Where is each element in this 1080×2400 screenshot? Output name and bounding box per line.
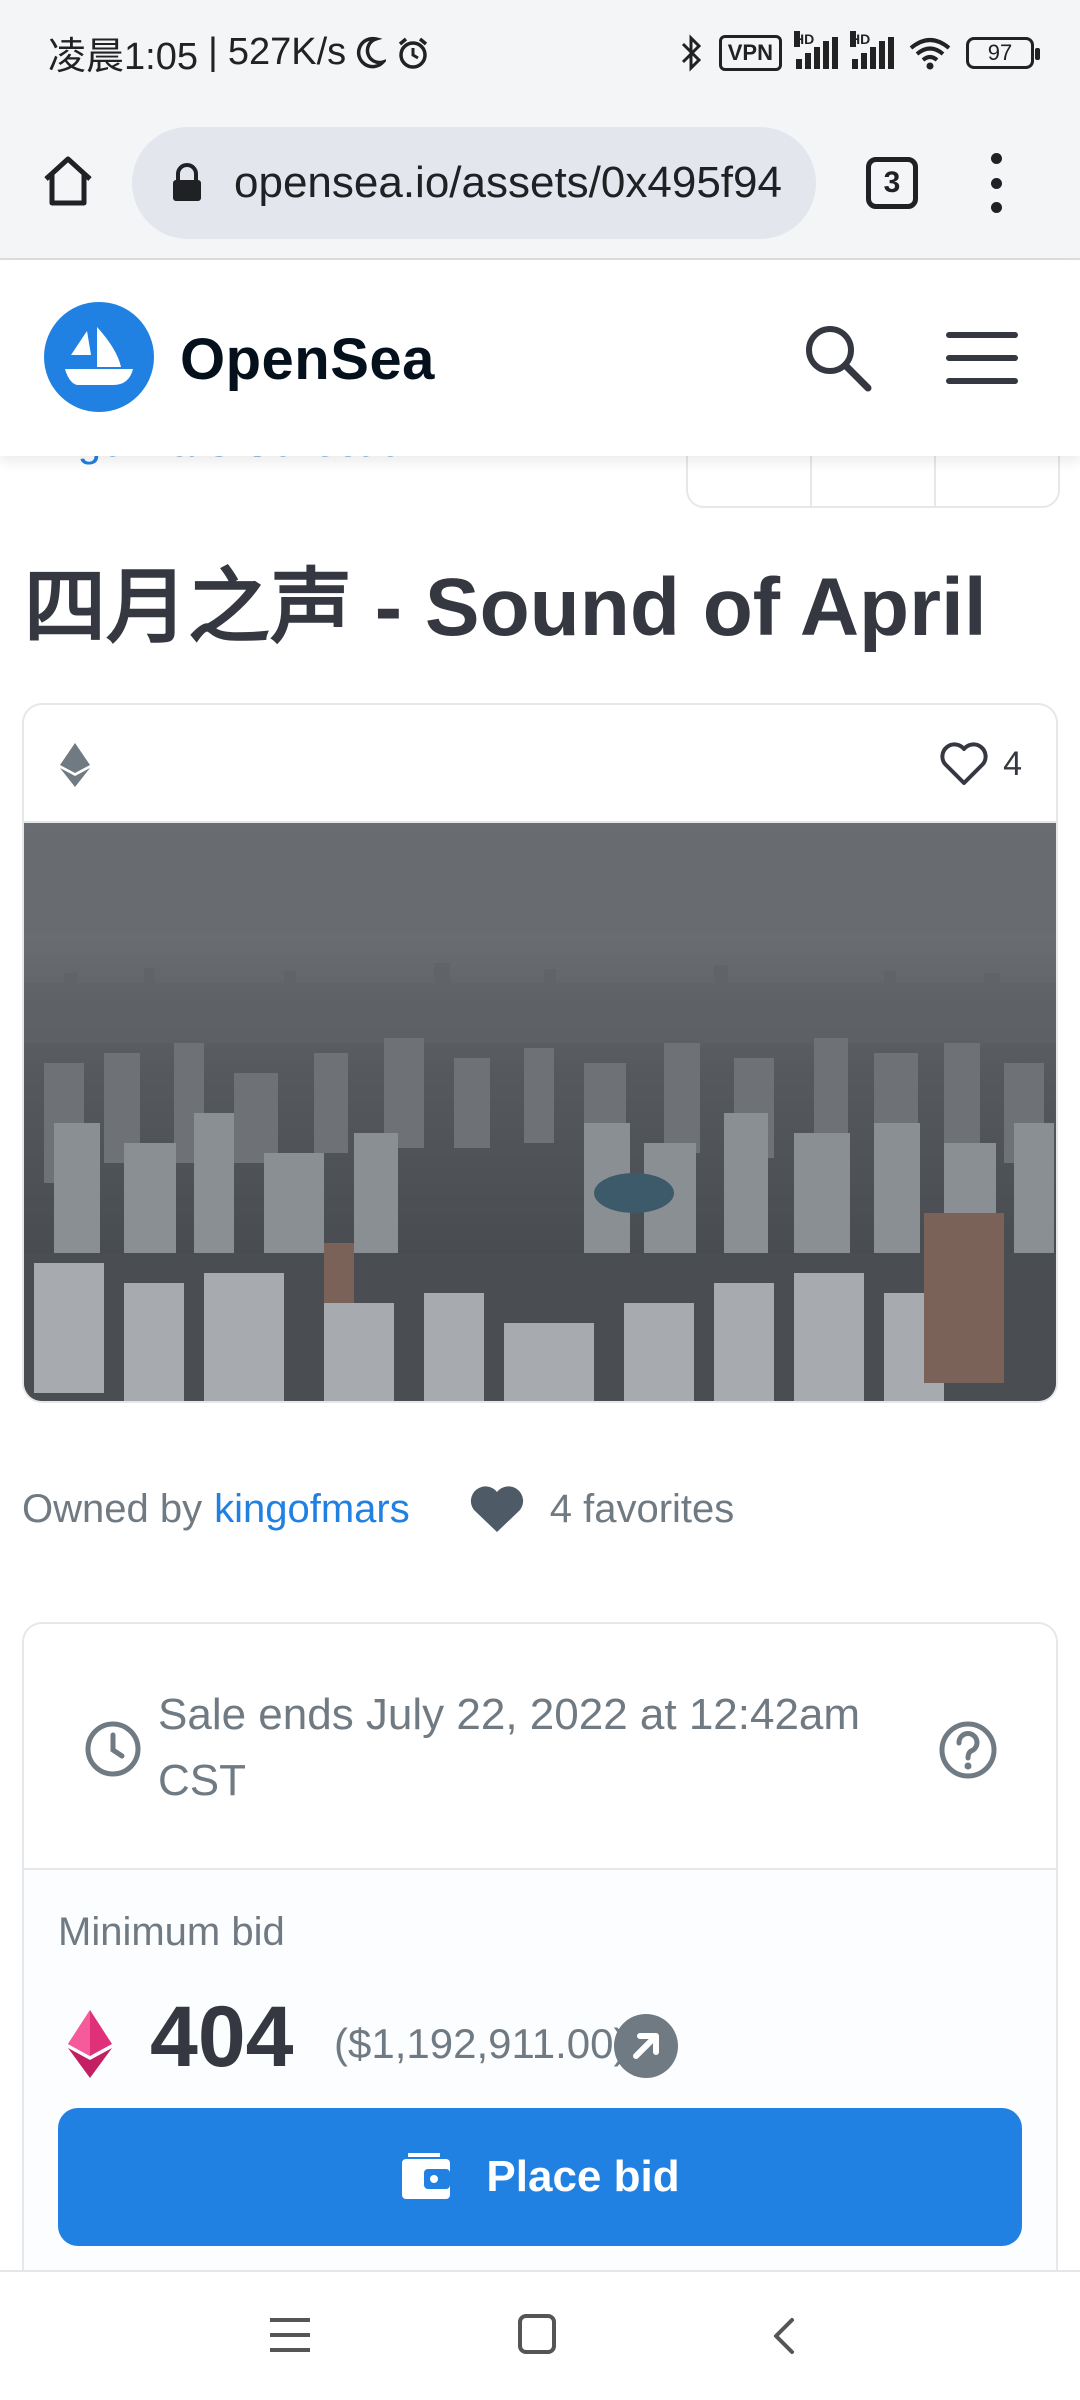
- menu-line: [270, 2333, 310, 2337]
- boat-icon: [65, 327, 133, 385]
- media-card-header: 4: [24, 705, 1056, 823]
- moon-icon: [357, 36, 387, 68]
- lock-icon: [173, 163, 201, 201]
- menu-line: [946, 378, 1018, 384]
- browser-toolbar: opensea.io/assets/0x495f94 3: [0, 105, 1080, 260]
- place-bid-button[interactable]: Place bid: [58, 2108, 1022, 2246]
- arrow-up-right-icon: [633, 2033, 659, 2059]
- asset-title: 四月之声 - Sound of April: [24, 562, 987, 653]
- signal-icon-2: HD: [850, 30, 894, 69]
- help-icon[interactable]: [938, 1720, 998, 1780]
- recents-button[interactable]: [270, 2318, 310, 2352]
- battery-level: 97: [987, 39, 1013, 65]
- status-speed: 527K/s: [227, 31, 347, 73]
- vpn-badge: VPN: [718, 34, 782, 71]
- bid-value: 404: [150, 1989, 294, 2085]
- url-text: opensea.io/assets/0x495f94: [234, 158, 782, 207]
- ethereum-icon: [60, 743, 90, 787]
- status-divider: |: [207, 31, 218, 73]
- brand-name[interactable]: OpenSea: [180, 326, 435, 393]
- tab-count: 3: [883, 166, 901, 199]
- signal-hd-label-2: HD: [850, 30, 871, 47]
- owner-link[interactable]: kingofmars: [214, 1487, 410, 1532]
- dot: [990, 202, 1002, 213]
- heart-filled-icon: [470, 1486, 523, 1532]
- address-bar[interactable]: opensea.io/assets/0x495f94: [132, 127, 816, 239]
- asset-media-card: 4: [22, 703, 1058, 1403]
- external-link-button[interactable]: [614, 2014, 678, 2078]
- menu-line: [270, 2318, 310, 2322]
- minimum-bid-label: Minimum bid: [58, 1910, 285, 1954]
- owned-by-label: Owned by: [22, 1486, 203, 1531]
- menu-line: [270, 2348, 310, 2352]
- price-card: Sale ends July 22, 2022 at 12:42am CST M…: [22, 1622, 1058, 2282]
- home-icon[interactable]: [40, 153, 96, 209]
- bluetooth-icon: [681, 33, 701, 72]
- weth-icon: [68, 2010, 112, 2078]
- system-navigation-bar: [0, 2270, 1080, 2400]
- site-header: OpenSea: [0, 260, 1080, 456]
- browser-menu-button[interactable]: [986, 153, 1006, 213]
- wifi-icon: [909, 37, 951, 69]
- heart-outline-icon: [940, 742, 988, 785]
- dot: [990, 153, 1002, 164]
- search-icon[interactable]: [800, 320, 876, 396]
- menu-line: [946, 332, 1018, 338]
- tab-switcher-button[interactable]: 3: [866, 157, 918, 209]
- clock-icon: [85, 1721, 141, 1777]
- status-bar: 凌晨1:05 | 527K/s VPN HD HD 97: [0, 0, 1080, 105]
- dot: [990, 177, 1002, 189]
- home-button[interactable]: [518, 2314, 556, 2354]
- alarm-icon: [399, 37, 428, 69]
- bid-usd-value: ($1,192,911.00): [334, 2020, 628, 2067]
- owner-row: Owned by kingofmars 4 favorites: [22, 1482, 734, 1536]
- opensea-logo[interactable]: [44, 302, 154, 412]
- hamburger-menu-button[interactable]: [946, 332, 1018, 384]
- status-right: VPN HD HD 97: [679, 30, 1040, 72]
- favorite-toggle[interactable]: 4: [939, 741, 1022, 787]
- menu-line: [946, 355, 1018, 361]
- status-left: 凌晨1:05 | 527K/s: [48, 25, 430, 80]
- back-icon[interactable]: [768, 2316, 798, 2356]
- sale-ends-row: Sale ends July 22, 2022 at 12:42am CST: [24, 1624, 1056, 1870]
- status-time: 凌晨1:05: [48, 36, 198, 78]
- sale-ends-text: Sale ends July 22, 2022 at 12:42am CST: [158, 1690, 861, 1805]
- signal-hd-label: HD: [794, 30, 815, 47]
- signal-icon: HD: [794, 30, 838, 69]
- asset-image[interactable]: [24, 823, 1056, 1401]
- city-aerial-image: [24, 823, 1056, 1401]
- favorite-count: 4: [1003, 744, 1022, 783]
- wallet-icon: [402, 2153, 451, 2199]
- battery-icon: 97: [966, 36, 1040, 69]
- favorites-text: 4 favorites: [549, 1486, 735, 1531]
- place-bid-label: Place bid: [486, 2152, 680, 2201]
